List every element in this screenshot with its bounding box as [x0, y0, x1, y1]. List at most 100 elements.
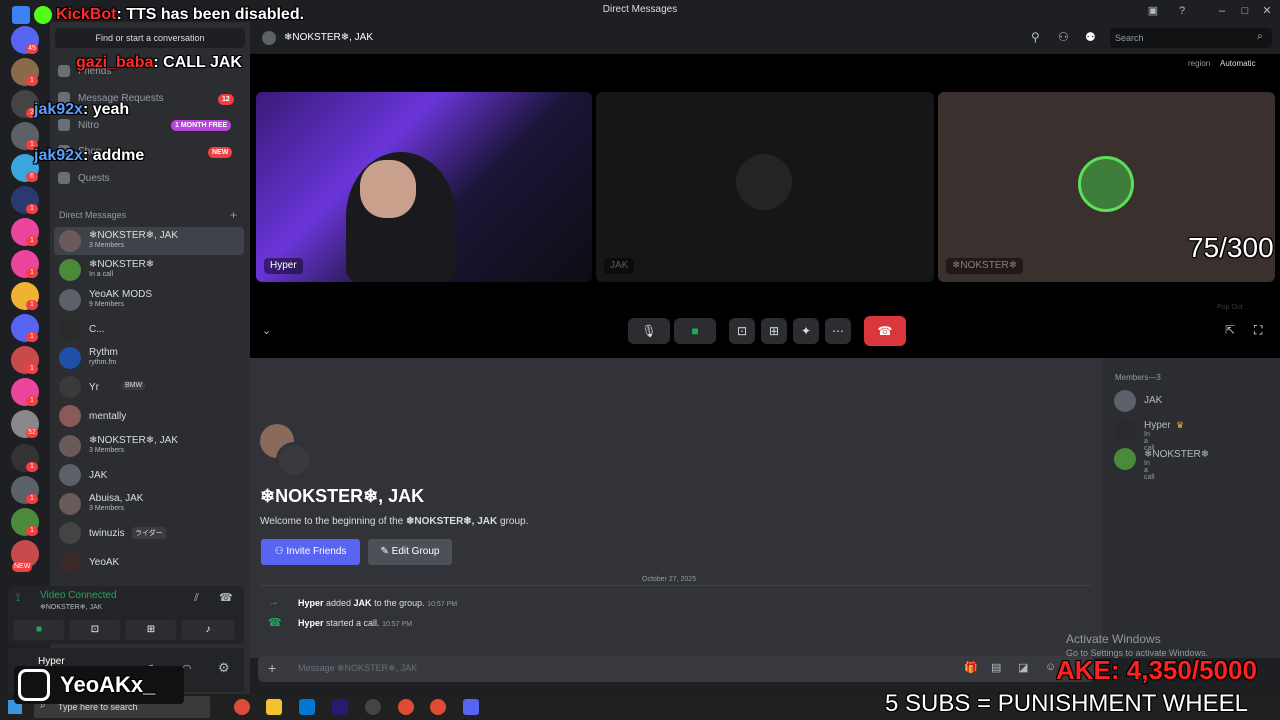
soundboard-button[interactable]: ♪: [182, 620, 234, 640]
region-select[interactable]: Automatic: [1220, 59, 1256, 68]
avatar: [1114, 448, 1136, 470]
search-input[interactable]: Search: [1110, 28, 1272, 48]
emoji-icon[interactable]: ☺: [1045, 661, 1056, 673]
server-badge: NEW: [12, 562, 33, 572]
avatar: [59, 551, 81, 573]
microphone-button[interactable]: 🎙: [628, 318, 670, 344]
activities-button[interactable]: ⊞: [126, 620, 176, 640]
search-icon: ⌕: [1257, 31, 1263, 42]
chrome-icon[interactable]: [398, 699, 414, 715]
dm-item[interactable]: JAK: [54, 461, 244, 489]
screenshare-button[interactable]: ⊡: [70, 620, 120, 640]
obs-icon[interactable]: [365, 699, 381, 715]
dm-item[interactable]: mentally: [54, 402, 244, 430]
group-title: ❄NOKSTER❄, JAK: [260, 486, 425, 506]
dm-item[interactable]: ❄NOKSTER❄, JAK 3 Members: [54, 432, 244, 460]
dm-item[interactable]: YeoAK MODS 9 Members: [54, 286, 244, 314]
invite-friends-button[interactable]: ⚇ Invite Friends: [261, 539, 360, 565]
dm-item[interactable]: Yr BMW: [54, 373, 244, 401]
popout-icon[interactable]: ⇱: [1225, 323, 1235, 337]
add-friends-icon[interactable]: ⚇: [1058, 30, 1069, 44]
soundboard-icon[interactable]: ✦: [793, 318, 819, 344]
attach-plus-icon[interactable]: +: [268, 660, 276, 676]
help-icon[interactable]: ?: [1174, 3, 1190, 19]
dm-item[interactable]: Abuisa, JAK 3 Members: [54, 490, 244, 518]
nav-nitro[interactable]: Nitro: [58, 116, 99, 136]
voice-channel[interactable]: ❄NOKSTER❄, JAK: [40, 603, 102, 611]
pin-icon[interactable]: ⚲: [1031, 30, 1040, 44]
clan-tag: BMW: [122, 381, 146, 390]
collapse-chevron-icon[interactable]: ⌄: [262, 324, 271, 337]
find-conversation-input[interactable]: Find or start a conversation: [55, 28, 245, 48]
leave-call-button[interactable]: ☎: [864, 316, 906, 346]
activities-icon[interactable]: ⊞: [761, 318, 787, 344]
dm-header: Direct Messages: [59, 210, 127, 220]
popout-tooltip: Pop Out: [1217, 304, 1243, 311]
dm-item[interactable]: twinuzis ライダー: [54, 519, 244, 547]
dm-name: Abuisa, JAK: [89, 493, 144, 504]
dm-name: YeoAK: [89, 557, 120, 568]
voice-status: Video Connected: [40, 590, 117, 601]
member-list-icon[interactable]: ⚉: [1085, 30, 1096, 44]
dm-subtitle: rythm.fm: [89, 359, 117, 366]
message-composer[interactable]: + Message ❄NOKSTER❄, JAK 🎁 ▤ ◪ ☺: [258, 656, 1094, 682]
disconnect-icon[interactable]: ☎: [219, 591, 233, 604]
avatar: [59, 230, 81, 252]
chat-overlay-message: gazi_baba: CALL JAK: [76, 54, 242, 71]
join-arrow-icon: →: [268, 596, 279, 608]
server-badge: 1: [26, 236, 38, 246]
server-badge: 45: [26, 44, 38, 54]
kickbot-icon: [12, 6, 30, 24]
chrome-icon[interactable]: [430, 699, 446, 715]
nitro-icon: [58, 119, 70, 132]
dm-item[interactable]: ❄NOKSTER❄, JAK 3 Members: [54, 227, 244, 255]
dm-item[interactable]: C...: [54, 315, 244, 343]
file-explorer-icon[interactable]: [266, 699, 282, 715]
gif-icon[interactable]: ▤: [991, 661, 1001, 674]
dm-name: twinuzis: [89, 528, 125, 539]
noise-suppression-icon[interactable]: ⫽: [194, 592, 199, 605]
dm-subtitle: 3 Members: [89, 505, 125, 512]
group-avatar-2: [276, 442, 312, 478]
store-icon[interactable]: [299, 699, 315, 715]
message-input[interactable]: Message ❄NOKSTER❄, JAK: [298, 663, 417, 674]
video-tile-jak[interactable]: JAK: [596, 92, 934, 282]
more-options-icon[interactable]: ⋯: [825, 318, 851, 344]
settings-gear-icon[interactable]: ⚙: [218, 660, 230, 676]
voice-connected-panel: ⟟ Video Connected ❄NOKSTER❄, JAK ⫽ ☎ ■ ⊡…: [8, 586, 244, 644]
dm-item[interactable]: ❄NOKSTER❄ In a call: [54, 256, 244, 284]
dm-name: ❄NOKSTER❄, JAK: [89, 230, 178, 241]
after-effects-icon[interactable]: [332, 699, 348, 715]
gift-icon[interactable]: 🎁: [964, 661, 978, 674]
server-badge: 1: [26, 76, 38, 86]
camera-button[interactable]: ■: [14, 620, 64, 640]
server-badge: 1: [26, 300, 38, 310]
dm-item[interactable]: Rythm rythm.fm: [54, 344, 244, 372]
chat-area: ❄NOKSTER❄, JAK Welcome to the beginning …: [250, 358, 1103, 658]
chrome-icon[interactable]: [234, 699, 250, 715]
inbox-icon[interactable]: ▣: [1145, 3, 1161, 19]
server-badge: 1: [26, 332, 38, 342]
screenshare-icon[interactable]: ⊡: [729, 318, 755, 344]
minimize-button[interactable]: –: [1214, 3, 1230, 19]
camera-toggle-button[interactable]: ■: [674, 318, 716, 344]
create-dm-plus-icon[interactable]: +: [230, 208, 237, 222]
fullscreen-icon[interactable]: ⛶: [1254, 323, 1262, 338]
edit-group-button[interactable]: ✎ Edit Group: [368, 539, 452, 565]
maximize-button[interactable]: □: [1237, 3, 1253, 19]
nav-quests[interactable]: Quests: [58, 169, 110, 189]
subs-overlay: 5 SUBS = PUNISHMENT WHEEL: [885, 690, 1248, 717]
nokster-avatar: [1078, 156, 1134, 212]
close-button[interactable]: ✕: [1259, 3, 1275, 19]
dm-item[interactable]: YeoAK: [54, 548, 244, 576]
requests-badge: 12: [218, 94, 234, 105]
server-badge: 1: [26, 364, 38, 374]
server-badge: 1: [26, 268, 38, 278]
chat-overlay-message: jak92x: yeah: [34, 101, 130, 118]
signal-icon: ⟟: [16, 592, 21, 604]
sticker-icon[interactable]: ◪: [1018, 661, 1028, 674]
server-badge: 6: [26, 172, 38, 182]
discord-icon[interactable]: [463, 699, 479, 715]
video-tile-hyper[interactable]: Hyper: [256, 92, 592, 282]
avatar: [59, 259, 81, 281]
